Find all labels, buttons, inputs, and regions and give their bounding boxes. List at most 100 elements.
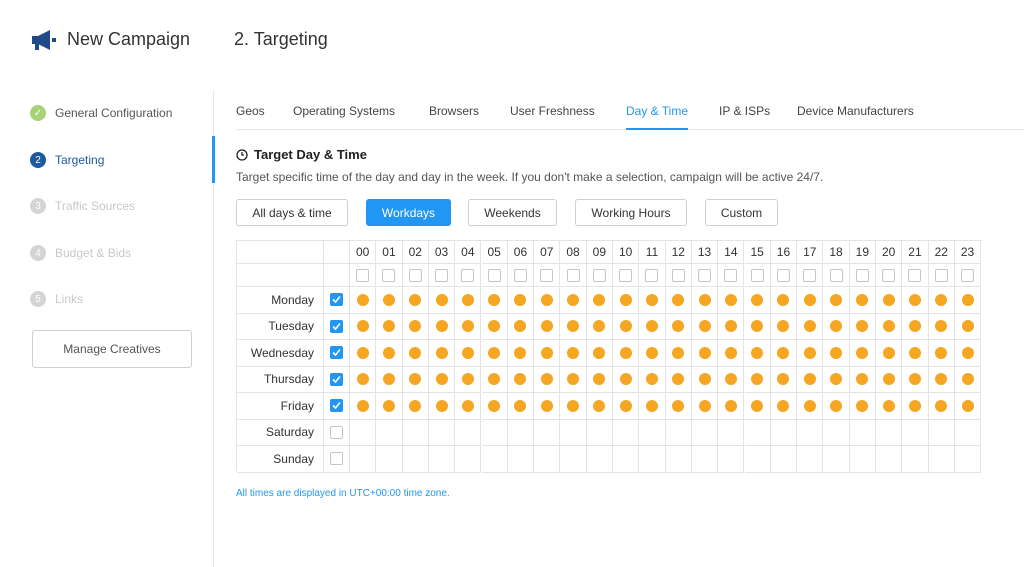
checkbox[interactable] — [408, 268, 422, 282]
time-slot[interactable] — [744, 313, 771, 340]
hour-checkbox-cell[interactable] — [613, 264, 640, 287]
time-slot[interactable] — [718, 340, 745, 367]
time-slot[interactable] — [744, 340, 771, 367]
time-slot[interactable] — [586, 446, 613, 473]
time-slot[interactable] — [744, 446, 771, 473]
time-slot[interactable] — [560, 393, 587, 420]
hour-checkbox-cell[interactable] — [902, 264, 929, 287]
checkbox[interactable] — [435, 268, 449, 282]
day-checkbox-cell[interactable] — [324, 419, 350, 446]
hour-checkbox-cell[interactable] — [954, 264, 982, 287]
time-slot[interactable] — [797, 393, 824, 420]
time-slot[interactable] — [455, 313, 482, 340]
time-slot[interactable] — [665, 313, 692, 340]
time-slot[interactable] — [770, 446, 798, 473]
time-slot[interactable] — [954, 313, 982, 340]
time-slot[interactable] — [428, 419, 456, 446]
time-slot[interactable] — [507, 393, 535, 420]
checkbox-checked[interactable] — [330, 399, 343, 413]
hour-checkbox-cell[interactable] — [560, 264, 587, 287]
time-slot[interactable] — [876, 366, 903, 393]
time-slot[interactable] — [876, 287, 903, 314]
time-slot[interactable] — [954, 393, 982, 420]
hour-checkbox-cell[interactable] — [744, 264, 771, 287]
time-slot[interactable] — [350, 313, 377, 340]
time-slot[interactable] — [902, 446, 929, 473]
time-slot[interactable] — [797, 366, 824, 393]
preset-working-hours-button[interactable]: Working Hours — [575, 199, 687, 226]
checkbox[interactable] — [934, 268, 948, 282]
time-slot[interactable] — [954, 366, 982, 393]
time-slot[interactable] — [534, 366, 561, 393]
checkbox[interactable] — [566, 268, 580, 282]
time-slot[interactable] — [350, 287, 377, 314]
time-slot[interactable] — [428, 393, 456, 420]
time-slot[interactable] — [665, 287, 692, 314]
checkbox[interactable] — [592, 268, 606, 282]
time-slot[interactable] — [928, 313, 955, 340]
sidebar-step-targeting[interactable]: 2 Targeting — [30, 149, 104, 171]
time-slot[interactable] — [954, 419, 982, 446]
time-slot[interactable] — [613, 446, 640, 473]
time-slot[interactable] — [402, 287, 429, 314]
hour-checkbox-cell[interactable] — [507, 264, 535, 287]
checkbox[interactable] — [330, 452, 343, 466]
time-slot[interactable] — [402, 340, 429, 367]
time-slot[interactable] — [639, 340, 666, 367]
time-slot[interactable] — [744, 419, 771, 446]
time-slot[interactable] — [691, 287, 719, 314]
checkbox[interactable] — [724, 268, 738, 282]
tab-geos[interactable]: Geos — [236, 104, 265, 130]
time-slot[interactable] — [507, 340, 535, 367]
time-slot[interactable] — [639, 419, 666, 446]
hour-checkbox-cell[interactable] — [770, 264, 798, 287]
time-slot[interactable] — [350, 419, 377, 446]
time-slot[interactable] — [350, 366, 377, 393]
time-slot[interactable] — [613, 313, 640, 340]
time-slot[interactable] — [823, 340, 850, 367]
time-slot[interactable] — [823, 313, 850, 340]
time-slot[interactable] — [928, 419, 955, 446]
time-slot[interactable] — [744, 287, 771, 314]
time-slot[interactable] — [428, 366, 456, 393]
preset-workdays-button[interactable]: Workdays — [366, 199, 451, 226]
time-slot[interactable] — [691, 393, 719, 420]
hour-checkbox-cell[interactable] — [481, 264, 508, 287]
time-slot[interactable] — [718, 366, 745, 393]
time-slot[interactable] — [902, 419, 929, 446]
time-slot[interactable] — [376, 287, 403, 314]
preset-all-days-time-button[interactable]: All days & time — [236, 199, 348, 226]
time-slot[interactable] — [560, 313, 587, 340]
time-slot[interactable] — [507, 446, 535, 473]
hour-checkbox-cell[interactable] — [402, 264, 429, 287]
time-slot[interactable] — [560, 419, 587, 446]
time-slot[interactable] — [876, 419, 903, 446]
hour-checkbox-cell[interactable] — [350, 264, 377, 287]
time-slot[interactable] — [586, 419, 613, 446]
time-slot[interactable] — [639, 446, 666, 473]
hour-checkbox-cell[interactable] — [876, 264, 903, 287]
time-slot[interactable] — [560, 287, 587, 314]
manage-creatives-button[interactable]: Manage Creatives — [32, 330, 192, 368]
time-slot[interactable] — [902, 313, 929, 340]
preset-weekends-button[interactable]: Weekends — [468, 199, 557, 226]
checkbox[interactable] — [882, 268, 896, 282]
time-slot[interactable] — [534, 287, 561, 314]
time-slot[interactable] — [613, 287, 640, 314]
checkbox[interactable] — [487, 268, 501, 282]
tab-operating-systems[interactable]: Operating Systems — [293, 104, 395, 130]
time-slot[interactable] — [718, 313, 745, 340]
time-slot[interactable] — [481, 313, 508, 340]
checkbox-checked[interactable] — [330, 319, 343, 333]
time-slot[interactable] — [455, 393, 482, 420]
checkbox[interactable] — [750, 268, 764, 282]
time-slot[interactable] — [876, 313, 903, 340]
time-slot[interactable] — [428, 287, 456, 314]
time-slot[interactable] — [849, 446, 876, 473]
day-checkbox-cell[interactable] — [324, 313, 350, 340]
time-slot[interactable] — [902, 287, 929, 314]
checkbox-checked[interactable] — [330, 346, 343, 360]
time-slot[interactable] — [481, 446, 508, 473]
time-slot[interactable] — [691, 446, 719, 473]
time-slot[interactable] — [744, 393, 771, 420]
